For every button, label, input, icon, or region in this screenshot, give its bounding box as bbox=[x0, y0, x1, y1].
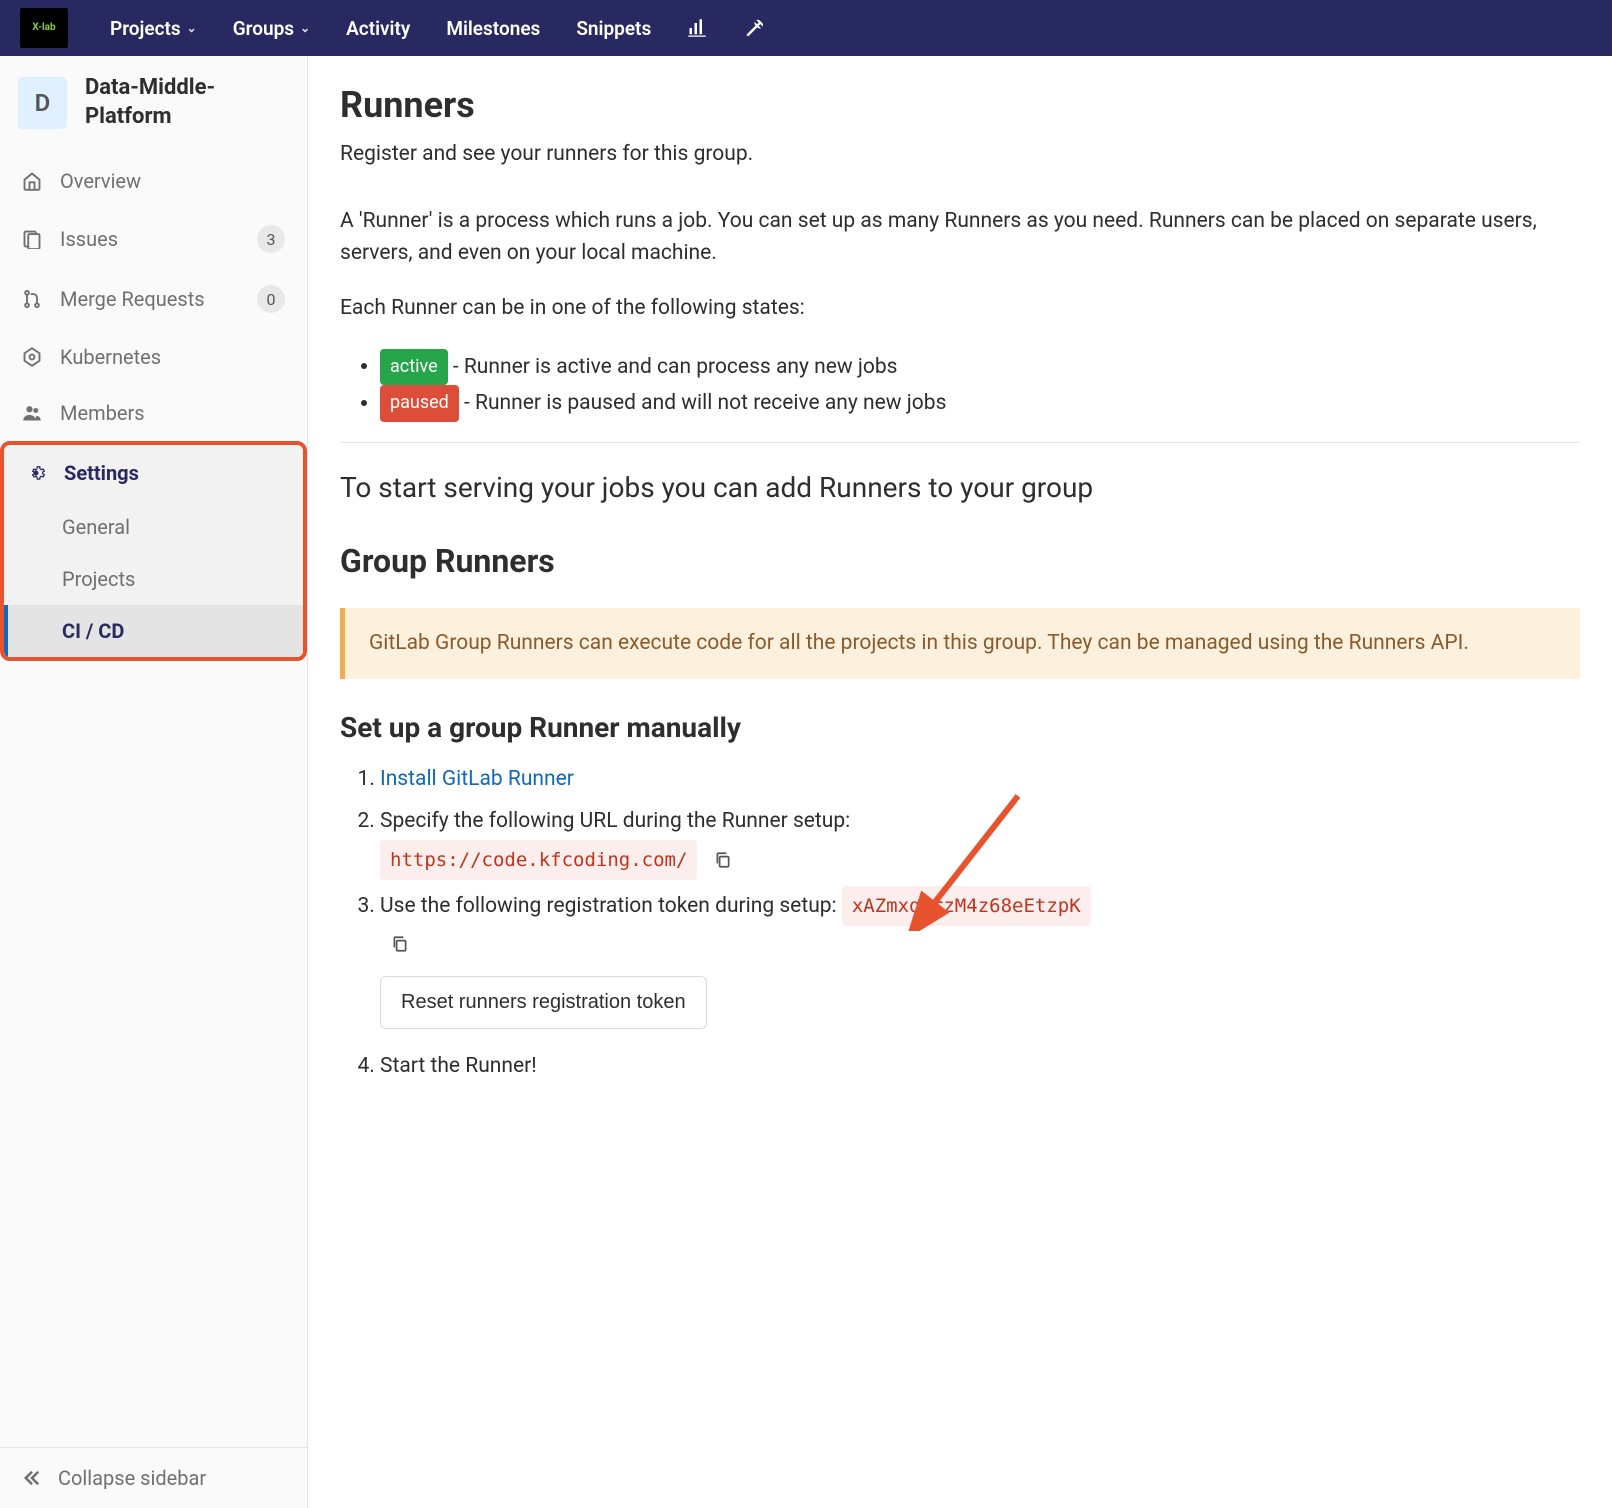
setup-heading: Set up a group Runner manually bbox=[340, 711, 1580, 744]
settings-sub-general[interactable]: General bbox=[4, 501, 303, 553]
sidebar-item-merge-requests[interactable]: Merge Requests 0 bbox=[0, 269, 307, 329]
sidebar-overview-label: Overview bbox=[60, 169, 141, 193]
runner-url-code: https://code.kfcoding.com/ bbox=[380, 840, 697, 880]
nav-snippets-label: Snippets bbox=[576, 17, 651, 40]
logo[interactable]: X-lab bbox=[20, 8, 68, 48]
sidebar-members-label: Members bbox=[60, 401, 145, 425]
group-runners-heading: Group Runners bbox=[340, 542, 1580, 580]
setup-step-2: Specify the following URL during the Run… bbox=[380, 804, 1580, 880]
state-paused-item: paused - Runner is paused and will not r… bbox=[380, 385, 1580, 422]
project-avatar: D bbox=[18, 77, 67, 129]
nav-projects-label: Projects bbox=[110, 17, 181, 40]
settings-sub-general-label: General bbox=[62, 515, 130, 539]
step3-text: Use the following registration token dur… bbox=[380, 894, 842, 918]
nav-projects[interactable]: Projects ⌄ bbox=[96, 9, 211, 48]
sidebar-issues-label: Issues bbox=[60, 227, 118, 251]
nav-activity[interactable]: Activity bbox=[332, 9, 424, 48]
setup-step-3: Use the following registration token dur… bbox=[380, 886, 1580, 1043]
step4-text: Start the Runner! bbox=[380, 1054, 537, 1078]
sidebar-item-overview[interactable]: Overview bbox=[0, 153, 307, 209]
nav-groups[interactable]: Groups ⌄ bbox=[219, 9, 324, 48]
chevron-down-icon: ⌄ bbox=[300, 21, 310, 35]
chevron-double-left-icon bbox=[22, 1468, 42, 1488]
nav-groups-label: Groups bbox=[233, 17, 294, 40]
states-intro: Each Runner can be in one of the followi… bbox=[340, 293, 1580, 325]
page-subtitle: Register and see your runners for this g… bbox=[340, 142, 1580, 166]
runner-states-list: active - Runner is active and can proces… bbox=[340, 349, 1580, 422]
project-header[interactable]: D Data-Middle-Platform bbox=[0, 56, 307, 149]
issues-icon bbox=[22, 229, 42, 249]
paused-badge: paused bbox=[380, 385, 459, 422]
nav-milestones-label: Milestones bbox=[446, 17, 540, 40]
setup-steps: Install GitLab Runner Specify the follow… bbox=[340, 762, 1580, 1084]
setup-step-4: Start the Runner! bbox=[380, 1049, 1580, 1085]
copy-icon bbox=[391, 935, 409, 953]
copy-token-button[interactable] bbox=[386, 930, 414, 958]
main-content: Runners Register and see your runners fo… bbox=[308, 56, 1612, 1508]
settings-sub-projects[interactable]: Projects bbox=[4, 553, 303, 605]
nav-snippets[interactable]: Snippets bbox=[562, 9, 665, 48]
active-badge: active bbox=[380, 349, 448, 386]
nav-activity-label: Activity bbox=[346, 17, 410, 40]
members-icon bbox=[22, 403, 42, 423]
paused-desc: - Runner is paused and will not receive … bbox=[459, 391, 947, 415]
step2-text: Specify the following URL during the Run… bbox=[380, 809, 850, 833]
sidebar: D Data-Middle-Platform Overview Issues 3… bbox=[0, 56, 308, 1508]
copy-icon bbox=[714, 851, 732, 869]
collapse-sidebar-label: Collapse sidebar bbox=[58, 1466, 206, 1490]
wrench-icon[interactable] bbox=[729, 10, 777, 46]
sidebar-item-members[interactable]: Members bbox=[0, 385, 307, 441]
sidebar-item-issues[interactable]: Issues 3 bbox=[0, 209, 307, 269]
settings-sub-cicd-label: CI / CD bbox=[62, 619, 124, 643]
logo-text: X-lab bbox=[32, 23, 55, 33]
settings-sub-projects-label: Projects bbox=[62, 567, 135, 591]
divider bbox=[340, 442, 1580, 443]
chart-icon[interactable] bbox=[673, 10, 721, 46]
setup-step-1: Install GitLab Runner bbox=[380, 762, 1580, 798]
chevron-down-icon: ⌄ bbox=[187, 21, 197, 35]
top-navbar: X-lab Projects ⌄ Groups ⌄ Activity Miles… bbox=[0, 0, 1612, 56]
start-heading: To start serving your jobs you can add R… bbox=[340, 471, 1580, 504]
project-name: Data-Middle-Platform bbox=[85, 74, 289, 131]
group-runners-callout: GitLab Group Runners can execute code fo… bbox=[340, 608, 1580, 680]
settings-highlight: Settings General Projects CI / CD bbox=[0, 441, 307, 661]
sidebar-mr-label: Merge Requests bbox=[60, 287, 205, 311]
sidebar-settings-label: Settings bbox=[64, 461, 139, 485]
merge-icon bbox=[22, 289, 42, 309]
copy-url-button[interactable] bbox=[709, 846, 737, 874]
sidebar-item-settings[interactable]: Settings bbox=[4, 445, 303, 501]
kubernetes-icon bbox=[22, 347, 42, 367]
sidebar-kubernetes-label: Kubernetes bbox=[60, 345, 161, 369]
runner-description: A 'Runner' is a process which runs a job… bbox=[340, 206, 1580, 269]
home-icon bbox=[22, 171, 42, 191]
page-title: Runners bbox=[340, 84, 1580, 126]
sidebar-item-kubernetes[interactable]: Kubernetes bbox=[0, 329, 307, 385]
issues-count-badge: 3 bbox=[257, 225, 285, 253]
state-active-item: active - Runner is active and can proces… bbox=[380, 349, 1580, 386]
settings-sub-cicd[interactable]: CI / CD bbox=[4, 605, 303, 657]
gear-icon bbox=[26, 463, 46, 483]
active-desc: - Runner is active and can process any n… bbox=[448, 354, 898, 378]
collapse-sidebar[interactable]: Collapse sidebar bbox=[0, 1447, 307, 1508]
install-gitlab-runner-link[interactable]: Install GitLab Runner bbox=[380, 767, 574, 791]
registration-token-code: xAZmxqsrzM4z68eEtzpK bbox=[842, 886, 1091, 926]
mr-count-badge: 0 bbox=[257, 285, 285, 313]
nav-milestones[interactable]: Milestones bbox=[432, 9, 554, 48]
reset-token-button[interactable]: Reset runners registration token bbox=[380, 976, 707, 1029]
